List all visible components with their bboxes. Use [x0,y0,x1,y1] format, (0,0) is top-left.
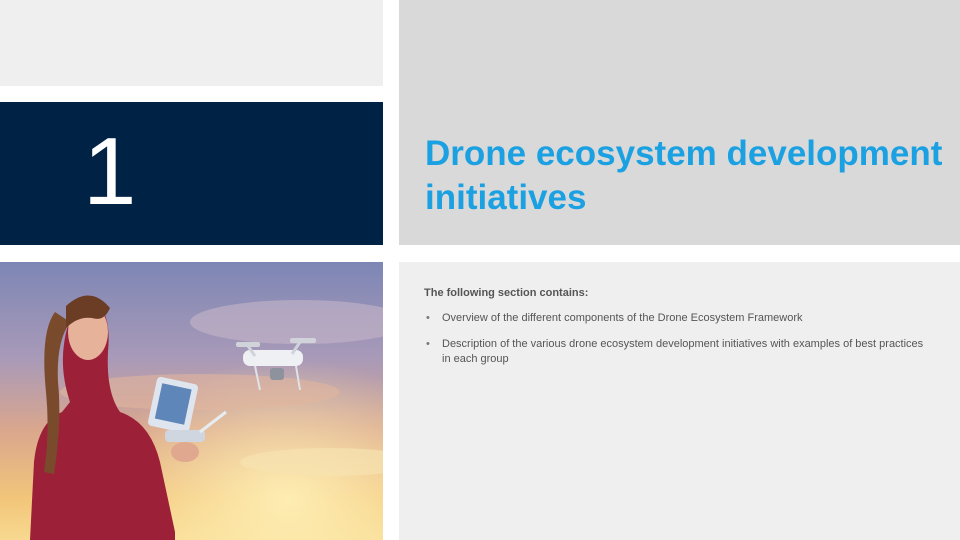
list-item-text: Overview of the different components of … [442,312,803,324]
top-left-panel [0,0,383,86]
section-title-panel: Drone ecosystem development initiatives [399,0,960,245]
section-number: 1 [83,118,137,225]
bullet-icon: • [426,338,430,350]
list-item: • Description of the various drone ecosy… [424,337,924,367]
bullet-icon: • [426,312,430,324]
contents-intro: The following section contains: [424,287,589,299]
drone-photo-illustration [0,262,383,540]
contents-list: • Overview of the different components o… [424,311,924,378]
section-number-panel: 1 [0,102,383,245]
section-title: Drone ecosystem development initiatives [425,134,943,217]
list-item-text: Description of the various drone ecosyst… [442,338,924,365]
list-item: • Overview of the different components o… [424,311,924,326]
section-contents-panel: The following section contains: • Overvi… [399,262,960,540]
drone-photo [0,262,383,540]
